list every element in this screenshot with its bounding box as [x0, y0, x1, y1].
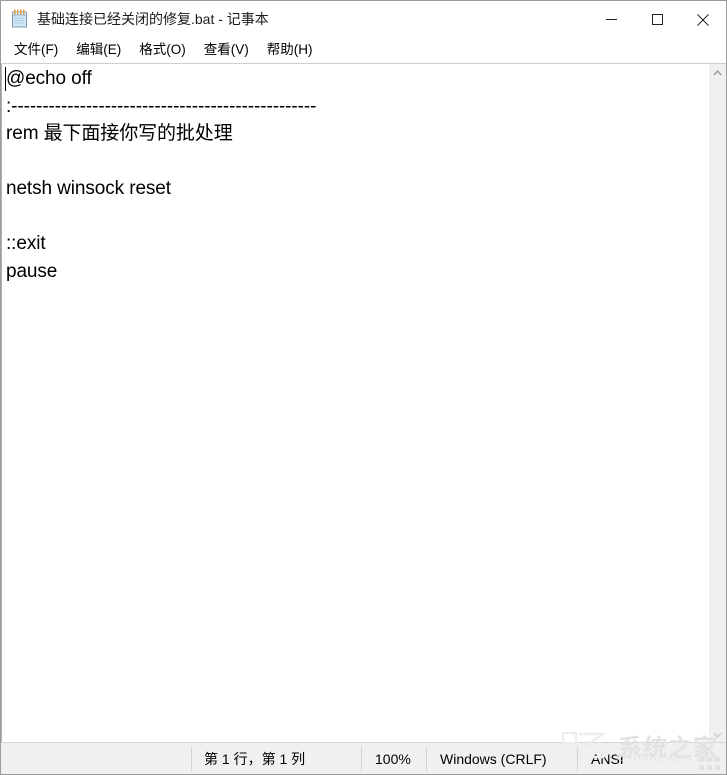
title-bar[interactable]: 基础连接已经关闭的修复.bat - 记事本 [1, 1, 726, 38]
menu-item-format[interactable]: 格式(O) [130, 39, 195, 62]
menu-bar: 文件(F) 编辑(E) 格式(O) 查看(V) 帮助(H) [1, 38, 726, 63]
status-bar: 第 1 行，第 1 列 100% Windows (CRLF) ANSI [1, 742, 726, 774]
minimize-icon [605, 19, 617, 20]
menu-item-help[interactable]: 帮助(H) [258, 39, 322, 62]
close-button[interactable] [680, 1, 726, 38]
menu-item-edit[interactable]: 编辑(E) [67, 39, 130, 62]
chevron-down-icon [713, 732, 722, 738]
editor-area: @echo off :-----------------------------… [1, 63, 726, 743]
menu-item-view[interactable]: 查看(V) [195, 39, 258, 62]
scroll-up-button[interactable] [709, 64, 726, 81]
status-divider [426, 747, 427, 771]
scroll-thumb[interactable] [709, 81, 726, 721]
text-editor[interactable]: @echo off :-----------------------------… [1, 64, 707, 743]
status-divider [361, 747, 362, 771]
status-zoom-level: 100% [375, 750, 411, 767]
maximize-icon [651, 14, 663, 25]
close-icon [697, 13, 709, 26]
vertical-scrollbar[interactable] [708, 64, 726, 743]
status-encoding: ANSI [591, 750, 624, 767]
notepad-window: 基础连接已经关闭的修复.bat - 记事本 文件(F) 编辑(E) 格式(O) … [0, 0, 727, 775]
scroll-down-button[interactable] [709, 726, 726, 743]
status-line-ending: Windows (CRLF) [440, 750, 547, 767]
status-divider [577, 747, 578, 771]
window-title: 基础连接已经关闭的修复.bat - 记事本 [37, 11, 269, 27]
status-line-column: 第 1 行，第 1 列 [204, 750, 306, 767]
menu-item-file[interactable]: 文件(F) [5, 39, 67, 62]
status-divider [191, 747, 192, 771]
chevron-up-icon [713, 69, 722, 76]
window-controls [588, 1, 726, 38]
maximize-button[interactable] [634, 1, 680, 38]
editor-text[interactable]: @echo off :-----------------------------… [6, 65, 706, 285]
minimize-button[interactable] [588, 1, 634, 38]
notepad-icon [11, 9, 28, 28]
